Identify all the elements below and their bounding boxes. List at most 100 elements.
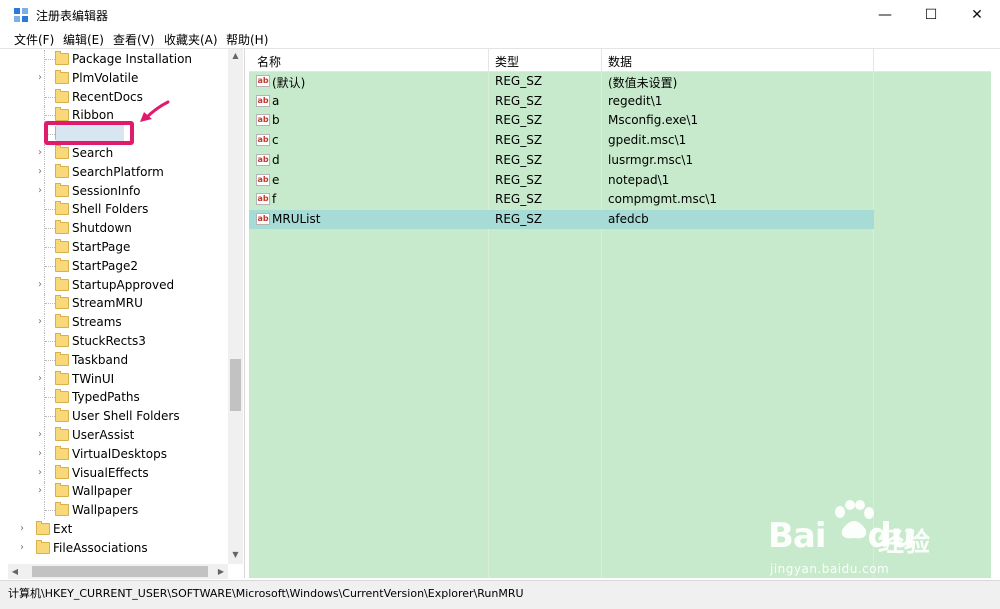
expand-arrow-icon[interactable]: › bbox=[38, 486, 46, 496]
tree-item-label: Package Installation bbox=[72, 52, 193, 66]
value-data: afedcb bbox=[608, 211, 649, 226]
tree-item-search[interactable]: › Search bbox=[8, 144, 234, 162]
value-data: Msconfig.exe\1 bbox=[608, 113, 699, 128]
registry-editor-window: 注册表编辑器 — ☐ ✕ 文件(F) 编辑(E) 查看(V) 收藏夹(A) 帮助… bbox=[0, 0, 1000, 609]
tree-item-label: SessionInfo bbox=[72, 183, 141, 198]
string-value-icon: ab bbox=[256, 134, 270, 147]
registry-path: 计算机\HKEY_CURRENT_USER\SOFTWARE\Microsoft… bbox=[8, 587, 524, 600]
tree-guide-line bbox=[45, 416, 55, 418]
tree-item-userassist[interactable]: › UserAssist bbox=[8, 426, 234, 444]
tree-item-visualeffects[interactable]: › VisualEffects bbox=[8, 463, 234, 482]
tree-item-shutdown[interactable]: Shutdown bbox=[8, 219, 234, 238]
tree-item-typedpaths[interactable]: TypedPaths bbox=[8, 388, 234, 407]
value-row-e[interactable]: ab e REG_SZ notepad\1 bbox=[249, 171, 874, 190]
tree-item-streammru[interactable]: StreamMRU bbox=[8, 294, 234, 313]
tree-item-label: StuckRects3 bbox=[72, 334, 146, 348]
expand-arrow-icon[interactable]: › bbox=[38, 448, 46, 459]
tree-item-wallpaper[interactable]: › Wallpaper bbox=[8, 482, 234, 501]
tree-item-recentdocs[interactable]: RecentDocs bbox=[8, 87, 234, 106]
column-header-name[interactable]: 名称 bbox=[257, 53, 281, 70]
tree-item-searchplatform[interactable]: › SearchPlatform bbox=[8, 162, 234, 181]
tree-horizontal-scrollbar[interactable]: ◀ ▶ bbox=[8, 564, 228, 579]
menu-view[interactable]: 查看(V) bbox=[113, 31, 155, 48]
tree-item-ext[interactable]: › Ext bbox=[8, 520, 234, 538]
tree-vertical-scrollbar[interactable]: ▲ ▼ bbox=[228, 49, 243, 564]
tree-item-twinui[interactable]: › TWinUI bbox=[8, 369, 234, 388]
expand-arrow-icon[interactable]: › bbox=[20, 542, 28, 553]
tree-item-stuckrects3[interactable]: StuckRects3 bbox=[8, 332, 234, 350]
value-row-d[interactable]: ab d REG_SZ lusrmgr.msc\1 bbox=[249, 151, 874, 170]
value-row-默认[interactable]: ab (默认) REG_SZ (数值未设置) bbox=[249, 72, 874, 91]
expand-arrow-icon[interactable]: › bbox=[38, 430, 46, 440]
title-bar: 注册表编辑器 — ☐ ✕ bbox=[0, 0, 1000, 30]
status-bar: 计算机\HKEY_CURRENT_USER\SOFTWARE\Microsoft… bbox=[0, 580, 1000, 609]
value-row-f[interactable]: ab f REG_SZ compmgmt.msc\1 bbox=[249, 190, 874, 209]
value-row-a[interactable]: ab a REG_SZ regedit\1 bbox=[249, 92, 874, 111]
menu-favorites[interactable]: 收藏夹(A) bbox=[164, 31, 218, 48]
tree-item-label: VirtualDesktops bbox=[72, 446, 167, 461]
menu-edit[interactable]: 编辑(E) bbox=[63, 31, 104, 48]
folder-icon bbox=[36, 521, 50, 535]
folder-icon bbox=[55, 239, 69, 253]
tree-item-taskband[interactable]: Taskband bbox=[8, 350, 234, 369]
scroll-down-arrow-icon[interactable]: ▼ bbox=[228, 548, 243, 562]
minimize-button[interactable]: — bbox=[862, 0, 908, 30]
tree-item-startpage2[interactable]: StartPage2 bbox=[8, 256, 234, 275]
folder-icon bbox=[55, 88, 69, 103]
folder-icon bbox=[55, 314, 69, 329]
expand-arrow-icon[interactable]: › bbox=[38, 317, 46, 327]
tree-item-package-installation[interactable]: Package Installation bbox=[8, 50, 234, 68]
tree-item-startpage[interactable]: StartPage bbox=[8, 238, 234, 256]
value-name: e bbox=[272, 172, 280, 187]
tree-guide-line bbox=[45, 247, 55, 248]
scroll-up-arrow-icon[interactable]: ▲ bbox=[228, 49, 243, 63]
folder-icon bbox=[55, 445, 69, 460]
value-row-c[interactable]: ab c REG_SZ gpedit.msc\1 bbox=[249, 131, 874, 150]
value-type: REG_SZ bbox=[495, 93, 543, 108]
tree-item-label: Streams bbox=[72, 315, 122, 330]
value-type: REG_SZ bbox=[495, 113, 543, 128]
tree-item-fileassociations[interactable]: › FileAssociations bbox=[8, 539, 234, 557]
tree-guide-line bbox=[45, 397, 55, 399]
tree-item-user-shell-folders[interactable]: User Shell Folders bbox=[8, 407, 234, 426]
tree-item-label: StreamMRU bbox=[72, 296, 143, 311]
expand-arrow-icon[interactable]: › bbox=[38, 148, 46, 158]
scroll-right-arrow-icon[interactable]: ▶ bbox=[214, 564, 228, 579]
string-value-icon: ab bbox=[256, 153, 270, 166]
column-header-data[interactable]: 数据 bbox=[608, 53, 632, 70]
expand-arrow-icon[interactable]: › bbox=[38, 279, 46, 290]
maximize-button[interactable]: ☐ bbox=[908, 0, 954, 30]
folder-icon bbox=[55, 276, 69, 291]
menu-help[interactable]: 帮助(H) bbox=[226, 31, 268, 48]
scroll-left-arrow-icon[interactable]: ◀ bbox=[8, 564, 22, 579]
value-row-b[interactable]: ab b REG_SZ Msconfig.exe\1 bbox=[249, 111, 874, 130]
tree-guide-line bbox=[45, 59, 55, 60]
column-header-type[interactable]: 类型 bbox=[495, 53, 519, 70]
tree-item-sessioninfo[interactable]: › SessionInfo bbox=[8, 181, 234, 200]
expand-arrow-icon[interactable]: › bbox=[38, 166, 46, 177]
tree-item-wallpapers[interactable]: Wallpapers bbox=[8, 501, 234, 520]
tree-item-plmvolatile[interactable]: › PlmVolatile bbox=[8, 68, 234, 87]
expand-arrow-icon[interactable]: › bbox=[38, 467, 46, 478]
folder-icon bbox=[55, 107, 69, 122]
tree-item-startupapproved[interactable]: › StartupApproved bbox=[8, 275, 234, 294]
tree-item-virtualdesktops[interactable]: › VirtualDesktops bbox=[8, 444, 234, 463]
folder-icon bbox=[55, 51, 69, 65]
value-row-mrulist[interactable]: ab MRUList REG_SZ afedcb bbox=[249, 209, 874, 229]
tree-hscroll-thumb[interactable] bbox=[32, 566, 208, 577]
regedit-app-icon bbox=[14, 8, 28, 22]
column-divider[interactable] bbox=[601, 49, 602, 71]
value-name: f bbox=[272, 192, 277, 207]
tree-item-shell-folders[interactable]: Shell Folders bbox=[8, 200, 234, 219]
menu-file[interactable]: 文件(F) bbox=[14, 31, 54, 48]
tree-item-streams[interactable]: › Streams bbox=[8, 313, 234, 332]
close-button[interactable]: ✕ bbox=[954, 0, 1000, 30]
column-divider[interactable] bbox=[873, 49, 874, 71]
tree-item-label: StartPage2 bbox=[72, 258, 138, 273]
column-divider[interactable] bbox=[488, 49, 489, 71]
expand-arrow-icon[interactable]: › bbox=[20, 524, 28, 534]
expand-arrow-icon[interactable]: › bbox=[38, 72, 46, 83]
tree-vscroll-thumb[interactable] bbox=[230, 359, 241, 411]
expand-arrow-icon[interactable]: › bbox=[38, 185, 46, 196]
expand-arrow-icon[interactable]: › bbox=[38, 373, 46, 384]
